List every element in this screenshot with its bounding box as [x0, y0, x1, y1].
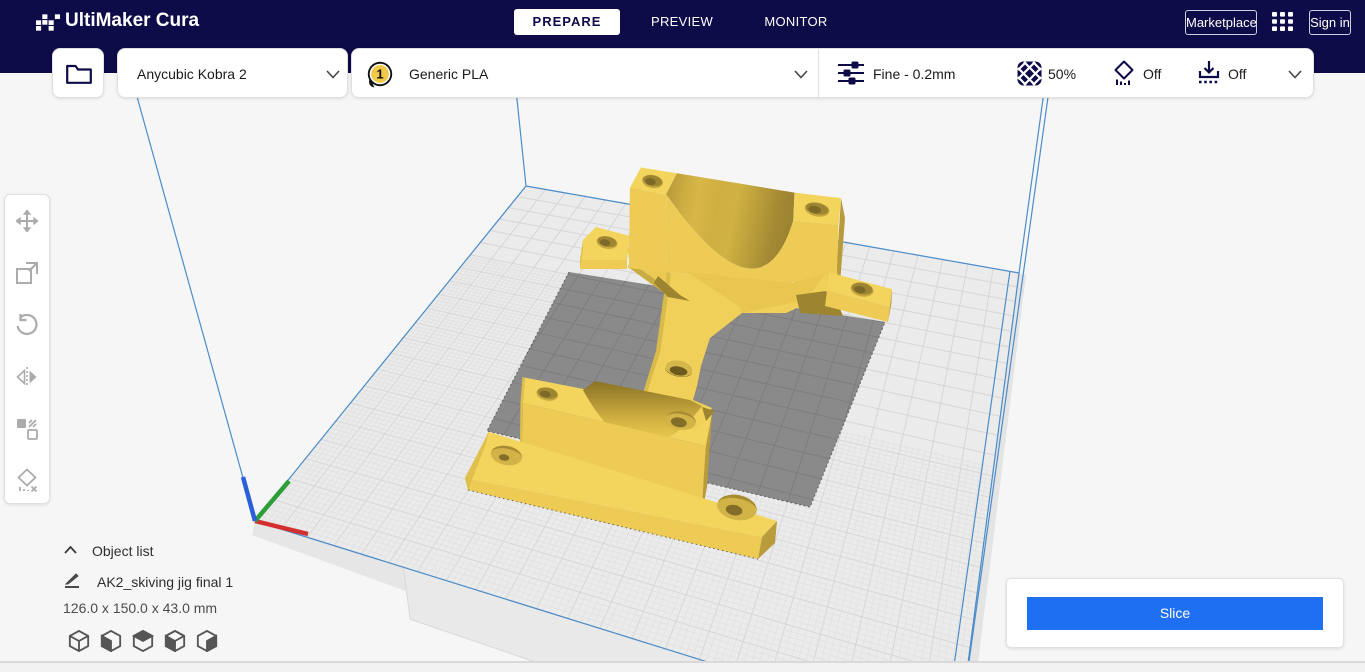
svg-text:1: 1 [376, 67, 383, 82]
